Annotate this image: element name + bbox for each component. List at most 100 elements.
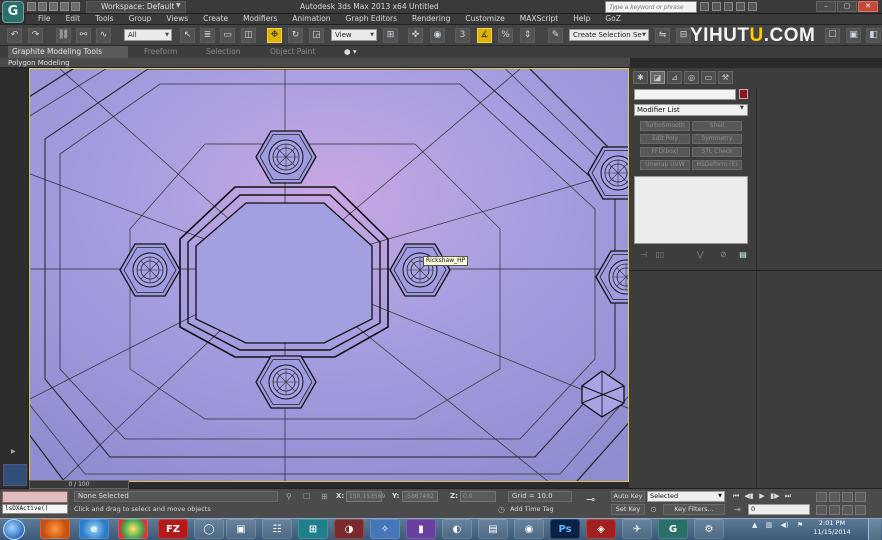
- ffd-box-button[interactable]: FFD(box): [640, 147, 690, 157]
- key-mode-toggle-icon[interactable]: ⇥: [734, 505, 741, 514]
- z-coordinate-field[interactable]: 0.0: [460, 491, 496, 502]
- menu-create[interactable]: Create: [203, 14, 228, 24]
- workspace-dropdown[interactable]: Workspace: Default: [86, 1, 186, 13]
- modifier-stack[interactable]: [634, 176, 748, 244]
- close-button[interactable]: ✕: [858, 1, 878, 12]
- polygon-modeling-label[interactable]: Polygon Modeling: [8, 58, 70, 68]
- utilities-tab-icon[interactable]: ⚒: [718, 71, 733, 84]
- render-production-button[interactable]: ◧: [866, 28, 881, 43]
- percent-snap-toggle-button[interactable]: %: [498, 28, 513, 43]
- key-mode-icon[interactable]: ⊙: [650, 505, 657, 514]
- create-tab-icon[interactable]: ✱: [633, 71, 648, 84]
- menu-help[interactable]: Help: [573, 14, 590, 24]
- render-frame-window-button[interactable]: ▣: [846, 28, 861, 43]
- internet-explorer-taskbar-icon[interactable]: e: [79, 519, 109, 539]
- subscription-icon[interactable]: [712, 2, 721, 11]
- select-by-name-button[interactable]: ≣: [200, 28, 215, 43]
- y-coordinate-field[interactable]: -5867492: [402, 491, 438, 502]
- menu-rendering[interactable]: Rendering: [412, 14, 450, 24]
- key-icon[interactable]: ⊸: [586, 493, 595, 506]
- play-icon[interactable]: ▶: [756, 491, 768, 502]
- next-frame-icon[interactable]: ▮▶: [769, 491, 781, 502]
- stl-check-button[interactable]: STL Check: [692, 147, 742, 157]
- volume-icon[interactable]: ◀): [780, 521, 788, 529]
- viewport-layout-icon[interactable]: [3, 464, 27, 486]
- show-desktop-button[interactable]: [868, 519, 881, 540]
- pin-stack-icon[interactable]: ⊣: [640, 250, 647, 259]
- menu-maxscript[interactable]: MAXScript: [520, 14, 559, 24]
- tray-expand-icon[interactable]: ▲: [752, 521, 757, 529]
- modify-tab-icon[interactable]: ◪: [650, 71, 665, 84]
- pivot-center-button[interactable]: ⊞: [383, 28, 398, 43]
- app-taskbar-icon-6[interactable]: ▣: [226, 519, 256, 539]
- edit-named-selection-button[interactable]: ✎: [548, 28, 563, 43]
- zoom-extents-icon[interactable]: [842, 492, 853, 502]
- app-taskbar-icon-13[interactable]: ▤: [478, 519, 508, 539]
- select-and-scale-button[interactable]: ◲: [309, 28, 324, 43]
- communication-icon[interactable]: [724, 2, 733, 11]
- select-and-rotate-button[interactable]: ↻: [288, 28, 303, 43]
- field-of-view-icon[interactable]: [816, 505, 827, 515]
- help-icon[interactable]: [748, 2, 757, 11]
- reference-coordinate-dropdown[interactable]: View ▼: [331, 29, 377, 41]
- hsdeform-button[interactable]: HSDeform (E): [692, 160, 742, 170]
- isolate-selection-icon[interactable]: ☐: [303, 492, 310, 501]
- menu-customize[interactable]: Customize: [465, 14, 504, 24]
- maximize-button[interactable]: ▢: [837, 1, 857, 12]
- object-color-swatch[interactable]: [739, 89, 748, 99]
- perspective-viewport[interactable]: Rickshaw_HP: [29, 68, 629, 482]
- app-taskbar-icon-14[interactable]: ◉: [514, 519, 544, 539]
- selection-filter-dropdown[interactable]: All ▼: [124, 29, 172, 41]
- app-taskbar-icon-17[interactable]: ✈: [622, 519, 652, 539]
- app-taskbar-icon-8[interactable]: ⊞: [298, 519, 328, 539]
- app-taskbar-icon-19[interactable]: ⚙: [694, 519, 724, 539]
- ribbon-options-icon[interactable]: ● ▾: [344, 46, 357, 58]
- maximize-viewport-icon[interactable]: [855, 505, 866, 515]
- open-file-icon[interactable]: [38, 2, 47, 11]
- maxscript-listener-output[interactable]: [2, 491, 68, 503]
- select-object-button[interactable]: ↖: [180, 28, 195, 43]
- unlink-button[interactable]: ⚯: [76, 28, 91, 43]
- chrome-taskbar-icon[interactable]: [118, 519, 148, 539]
- keyboard-shortcut-override-button[interactable]: ◉: [430, 28, 445, 43]
- app-taskbar-icon-11[interactable]: ▮: [406, 519, 436, 539]
- network-icon[interactable]: ▥: [766, 521, 773, 529]
- app-taskbar-icon-12[interactable]: ◐: [442, 519, 472, 539]
- minimize-button[interactable]: –: [816, 1, 836, 12]
- go-to-end-icon[interactable]: ⏭: [782, 491, 794, 502]
- key-selection-dropdown[interactable]: Selected ▼: [647, 491, 725, 502]
- zoom-all-icon[interactable]: [829, 492, 840, 502]
- spinner-snap-toggle-button[interactable]: ⇕: [520, 28, 535, 43]
- search-input[interactable]: [605, 1, 697, 13]
- app-taskbar-icon-16[interactable]: ◈: [586, 519, 616, 539]
- pan-icon[interactable]: [829, 505, 840, 515]
- new-file-icon[interactable]: [27, 2, 36, 11]
- menu-graph-editors[interactable]: Graph Editors: [346, 14, 398, 24]
- binoculars-icon[interactable]: [700, 2, 709, 11]
- unwrap-uvw-button[interactable]: Unwrap UVW: [640, 160, 690, 170]
- app-taskbar-icon-9[interactable]: ◑: [334, 519, 364, 539]
- symmetry-button[interactable]: Symmetry: [692, 134, 742, 144]
- named-selection-set-dropdown[interactable]: Create Selection Se ▼: [569, 29, 649, 41]
- zoom-extents-all-icon[interactable]: [855, 492, 866, 502]
- redo-button[interactable]: ↷: [28, 28, 43, 43]
- favorites-icon[interactable]: [736, 2, 745, 11]
- tab-selection[interactable]: Selection: [206, 46, 241, 58]
- tab-graphite-modeling-tools[interactable]: Graphite Modeling Tools: [8, 46, 128, 58]
- firefox-taskbar-icon[interactable]: [40, 519, 70, 539]
- expand-arrow-icon[interactable]: ▶: [11, 448, 16, 455]
- dropbox-taskbar-icon[interactable]: ✧: [370, 519, 400, 539]
- snaps-toggle-button[interactable]: 3: [455, 28, 470, 43]
- previous-frame-icon[interactable]: ◀▮: [743, 491, 755, 502]
- align-button[interactable]: ⊟: [676, 28, 691, 43]
- motion-tab-icon[interactable]: ◎: [684, 71, 699, 84]
- auto-key-button[interactable]: Auto Key: [611, 491, 645, 502]
- remove-modifier-icon[interactable]: ⊘: [720, 250, 727, 259]
- taskbar-clock[interactable]: 2:01 PM 11/15/2014: [812, 519, 852, 537]
- shell-button[interactable]: Shell: [692, 121, 742, 131]
- angle-snap-toggle-button[interactable]: ∡: [477, 28, 492, 43]
- absolute-mode-icon[interactable]: ⊞: [321, 492, 328, 501]
- make-unique-icon[interactable]: ⋁: [697, 250, 704, 259]
- configure-sets-icon[interactable]: ▤: [739, 250, 747, 259]
- mirror-button[interactable]: ⇋: [655, 28, 670, 43]
